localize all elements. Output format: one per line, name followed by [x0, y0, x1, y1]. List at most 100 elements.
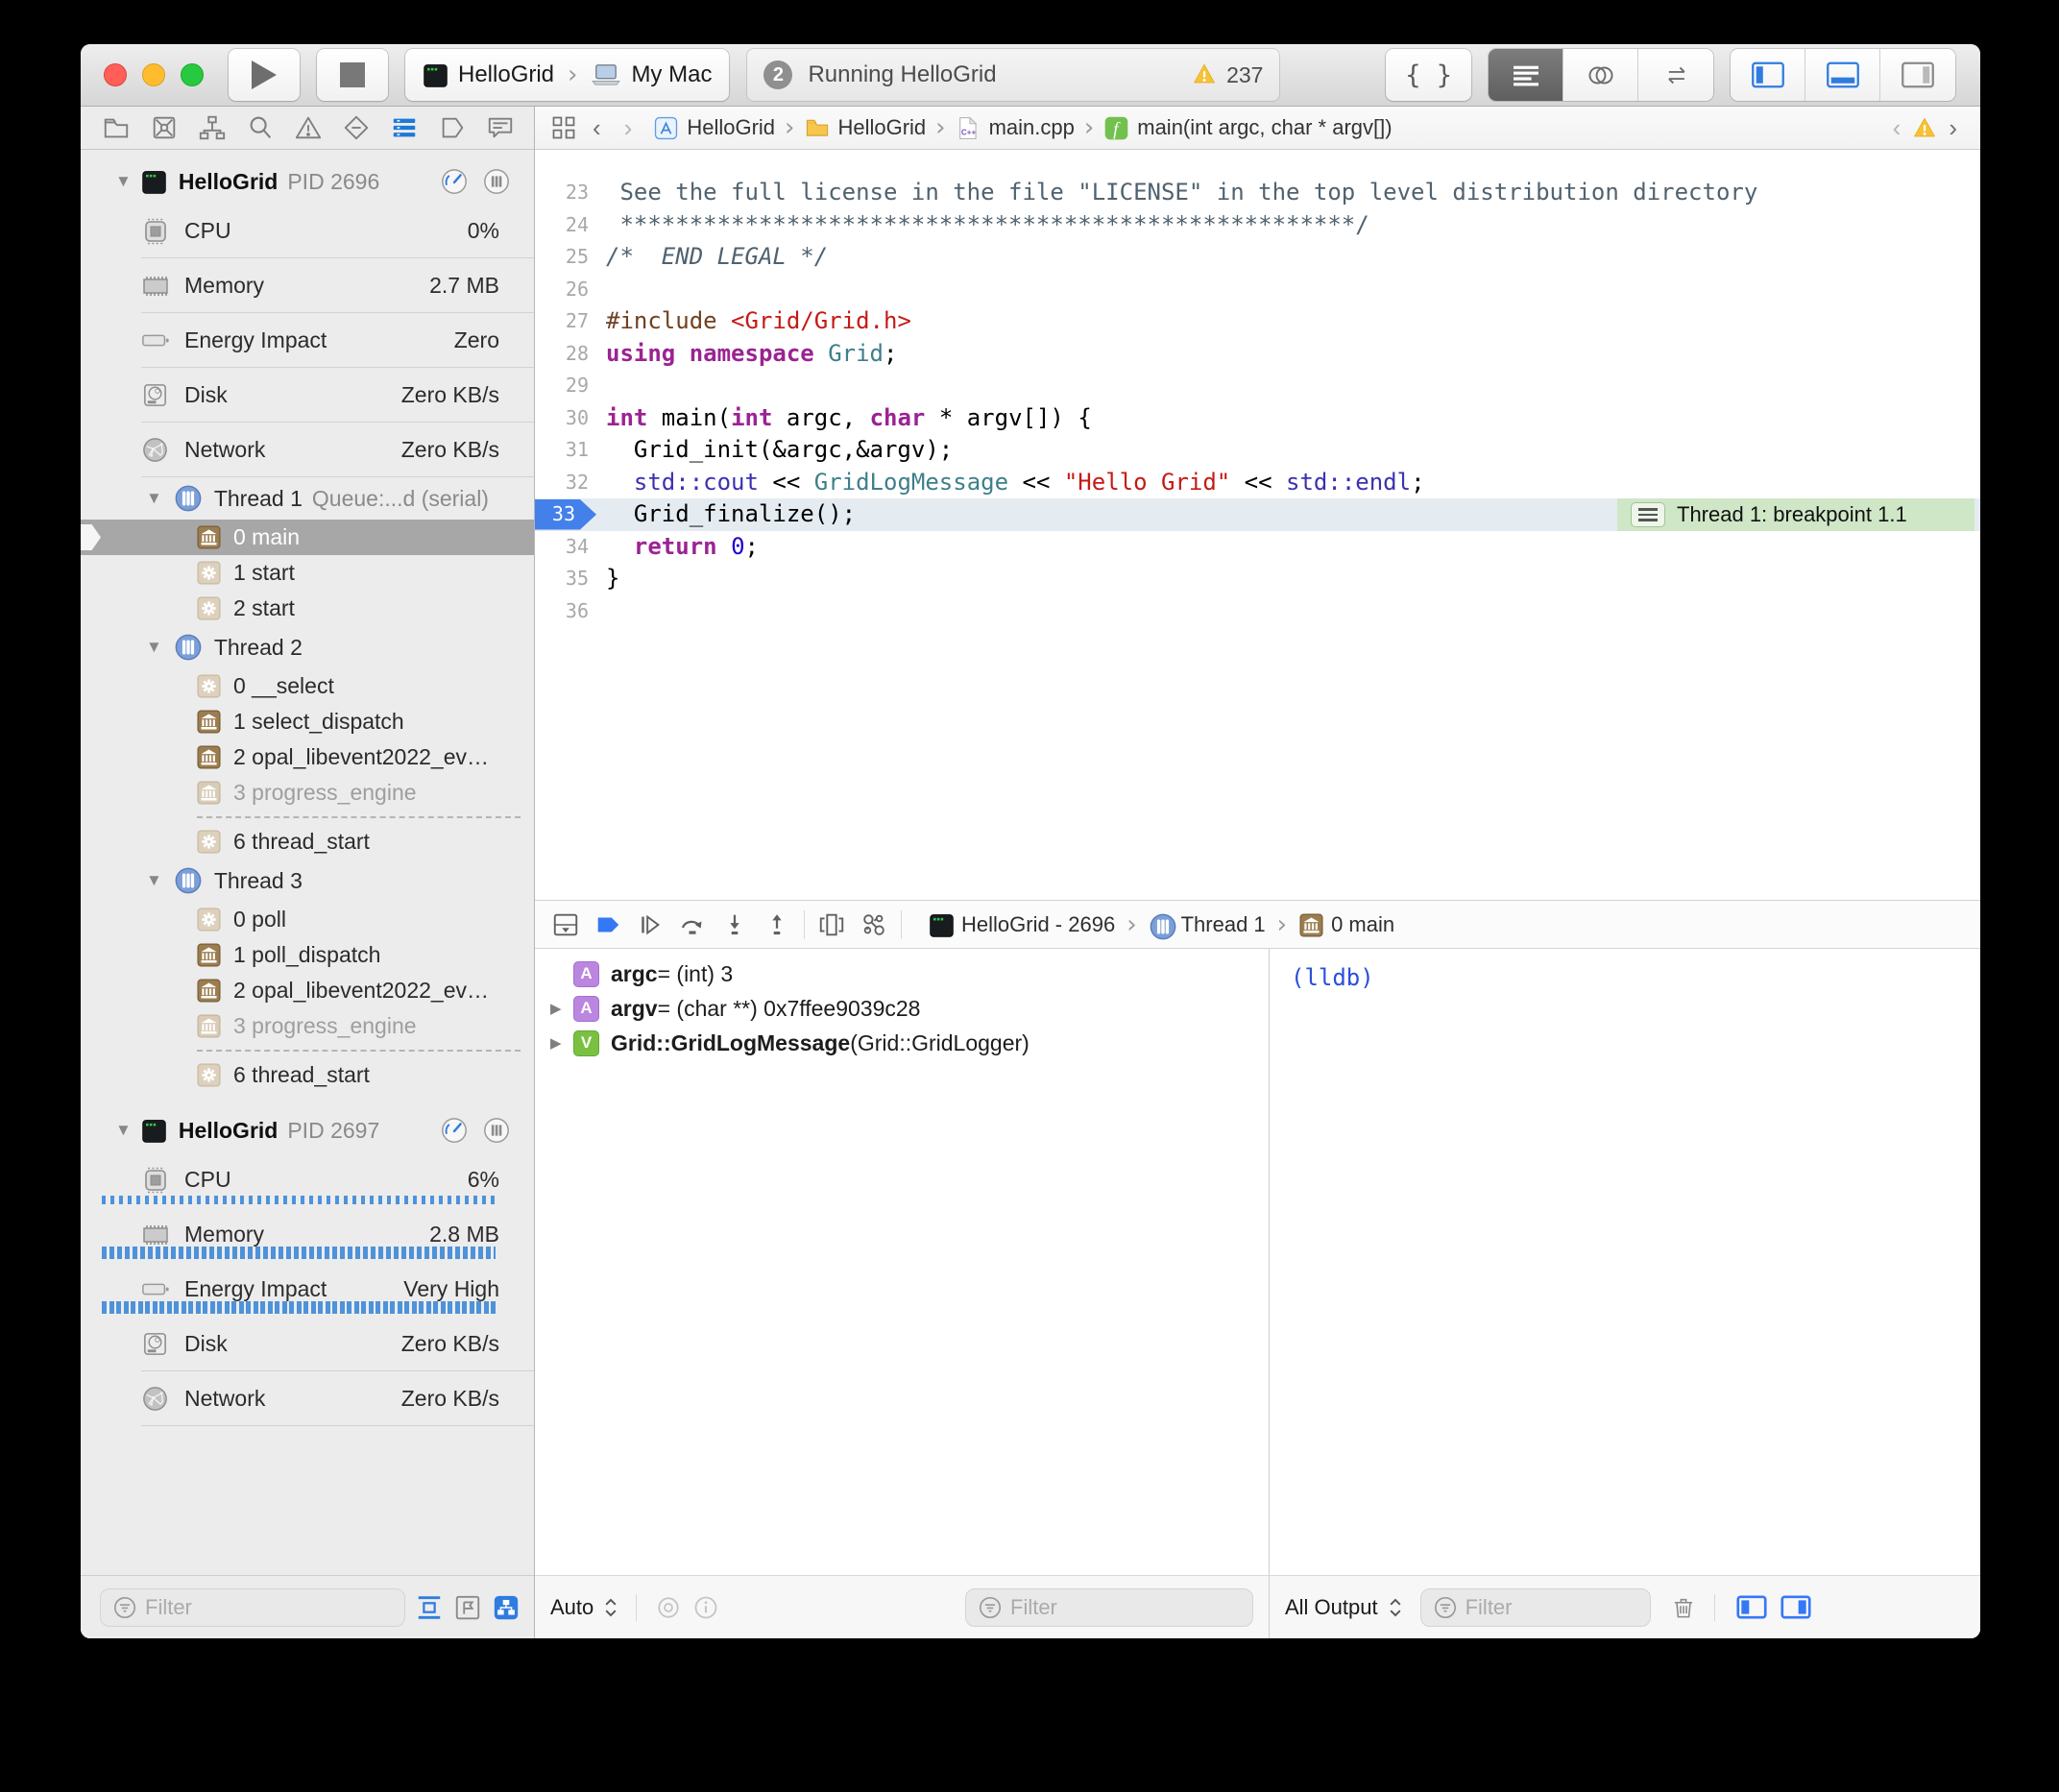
navigator-tab-test-navigator-icon[interactable] — [334, 110, 378, 145]
stack-frame-row[interactable]: 0 __select — [81, 668, 534, 704]
disclosure-triangle-icon[interactable]: ▶ — [550, 1034, 573, 1052]
toggle-debug-area-button[interactable] — [1805, 49, 1880, 101]
stack-frame-row[interactable]: 0 poll — [81, 902, 534, 937]
line-number[interactable]: 30 — [535, 402, 606, 435]
line-number[interactable]: 31 — [535, 434, 606, 467]
debug-control-memory-graph-icon[interactable] — [853, 907, 895, 943]
thread-row[interactable]: ▼Thread 1Queue:...d (serial) — [81, 477, 534, 520]
close-window-button[interactable] — [104, 63, 127, 86]
debug-control-step-into-icon[interactable] — [714, 907, 756, 943]
stack-frame-row[interactable]: 6 thread_start — [81, 1057, 534, 1093]
debug-control-continue-icon[interactable] — [629, 907, 671, 943]
line-number[interactable]: 25 — [535, 241, 606, 274]
columns-icon[interactable] — [482, 167, 511, 196]
variables-filter-input[interactable] — [1010, 1595, 1241, 1620]
assistant-editor-button[interactable] — [1563, 49, 1638, 101]
stack-frame-row[interactable]: 2 opal_libevent2022_ev… — [81, 739, 534, 775]
stack-frame-row[interactable]: 1 start — [81, 555, 534, 591]
stack-frame-row[interactable]: 2 opal_libevent2022_ev… — [81, 973, 534, 1008]
variables-filter-field[interactable] — [965, 1588, 1253, 1627]
navigator-tab-issue-navigator-icon[interactable] — [286, 110, 330, 145]
back-chevron-icon[interactable]: ‹ — [585, 113, 609, 143]
variable-row[interactable]: Aargc = (int) 3 — [535, 957, 1269, 991]
source-editor[interactable]: 23 See the full license in the file "LIC… — [535, 150, 1980, 900]
view-mode-icon[interactable] — [492, 1593, 521, 1622]
forward-chevron-icon[interactable]: › — [617, 113, 641, 143]
debug-breadcrumb-item[interactable]: HelloGrid - 2696 — [929, 912, 1115, 937]
line-number[interactable]: 32 — [535, 467, 606, 499]
breadcrumb-item[interactable]: HelloGrid — [653, 115, 775, 141]
breakpoint-marker[interactable]: 33 — [535, 499, 596, 530]
run-button[interactable] — [229, 49, 300, 101]
process-row[interactable]: ▼HelloGridPID 2697 — [81, 1108, 534, 1152]
stat-row-cpu[interactable]: CPU6% — [81, 1152, 534, 1207]
navigator-tab-breakpoint-navigator-icon[interactable] — [430, 110, 474, 145]
console-output[interactable]: (lldb) — [1270, 949, 1980, 1575]
toggle-navigator-button[interactable] — [1731, 49, 1805, 101]
scheme-selector[interactable]: HelloGrid › My Mac — [405, 49, 729, 101]
breadcrumb-item[interactable]: HelloGrid — [804, 115, 926, 141]
related-items-icon[interactable] — [550, 114, 577, 141]
stat-row-network[interactable]: NetworkZero KB/s — [81, 423, 534, 477]
gauge-icon[interactable] — [440, 167, 469, 196]
navigator-filter-input[interactable] — [145, 1595, 393, 1620]
breadcrumb-item[interactable]: fmain(int argc, char * argv[]) — [1103, 115, 1392, 141]
line-number[interactable]: 36 — [535, 595, 606, 628]
stack-frame-row[interactable]: 2 start — [81, 591, 534, 626]
variables-scope-label[interactable]: Auto — [550, 1595, 593, 1620]
clear-console-trash-icon[interactable] — [1670, 1594, 1697, 1621]
navigator-filter-field[interactable] — [100, 1588, 405, 1627]
disclosure-triangle-icon[interactable]: ▼ — [146, 871, 162, 890]
navigator-tab-source-control-navigator-icon[interactable] — [142, 110, 186, 145]
gauge-icon[interactable] — [440, 1116, 469, 1145]
stack-frame-row[interactable]: 0 main — [81, 520, 534, 555]
stat-row-energy-impact[interactable]: Energy ImpactZero — [81, 313, 534, 368]
stat-row-disk[interactable]: DiskZero KB/s — [81, 368, 534, 423]
disclosure-triangle-icon[interactable]: ▼ — [146, 489, 162, 508]
stat-row-energy-impact[interactable]: Energy ImpactVery High — [81, 1262, 534, 1317]
stop-button[interactable] — [317, 49, 388, 101]
stat-row-network[interactable]: NetworkZero KB/s — [81, 1371, 534, 1426]
columns-icon[interactable] — [482, 1116, 511, 1145]
variables-pane-toggle-icon[interactable] — [1736, 1595, 1767, 1619]
zoom-window-button[interactable] — [181, 63, 204, 86]
toggle-inspector-button[interactable] — [1880, 49, 1955, 101]
info-icon[interactable] — [692, 1594, 719, 1621]
line-number[interactable]: 35 — [535, 563, 606, 595]
paused-only-filter-icon[interactable] — [415, 1593, 444, 1622]
stack-frame-row[interactable]: 3 progress_engine — [81, 1008, 534, 1044]
version-editor-button[interactable] — [1638, 49, 1713, 101]
disclosure-triangle-icon[interactable]: ▼ — [115, 1121, 132, 1140]
stack-frame-row[interactable]: 3 progress_engine — [81, 775, 534, 811]
disclosure-triangle-icon[interactable]: ▼ — [115, 172, 132, 191]
console-pane-toggle-icon[interactable] — [1780, 1595, 1811, 1619]
line-number[interactable]: 34 — [535, 531, 606, 564]
stack-frame-row[interactable]: 1 poll_dispatch — [81, 937, 534, 973]
line-number[interactable]: 26 — [535, 274, 606, 306]
stat-row-disk[interactable]: DiskZero KB/s — [81, 1317, 534, 1371]
debug-breadcrumb-item[interactable]: 0 main — [1298, 912, 1394, 937]
code-review-button[interactable]: { } — [1386, 49, 1471, 101]
stack-frame-row[interactable]: 1 select_dispatch — [81, 704, 534, 739]
console-scope-label[interactable]: All Output — [1285, 1595, 1378, 1620]
navigator-tab-report-navigator-icon[interactable] — [478, 110, 522, 145]
disclosure-triangle-icon[interactable]: ▶ — [550, 1000, 573, 1017]
stat-row-memory[interactable]: Memory2.7 MB — [81, 258, 534, 313]
process-row[interactable]: ▼HelloGridPID 2696 — [81, 159, 534, 204]
minimize-window-button[interactable] — [142, 63, 165, 86]
prev-issue-chevron-icon[interactable]: ‹ — [1885, 113, 1909, 143]
flagged-filter-icon[interactable] — [453, 1593, 482, 1622]
variable-row[interactable]: ▶Aargv = (char **) 0x7ffee9039c28 — [535, 991, 1269, 1026]
navigator-tab-debug-navigator-icon[interactable] — [382, 110, 426, 145]
debug-breadcrumb-item[interactable]: Thread 1 — [1149, 912, 1266, 937]
breakpoint-annotation[interactable]: Thread 1: breakpoint 1.1 — [1617, 498, 1974, 531]
line-number[interactable]: 27 — [535, 305, 606, 338]
line-number[interactable]: 24 — [535, 209, 606, 242]
navigator-tab-symbol-navigator-icon[interactable] — [190, 110, 234, 145]
debug-control-step-out-icon[interactable] — [756, 907, 798, 943]
variable-row[interactable]: ▶VGrid::GridLogMessage (Grid::GridLogger… — [535, 1026, 1269, 1060]
stack-frame-row[interactable]: 6 thread_start — [81, 824, 534, 860]
debug-control-view-hierarchy-icon[interactable] — [811, 907, 853, 943]
navigator-tab-project-navigator-icon[interactable] — [94, 110, 138, 145]
next-issue-chevron-icon[interactable]: › — [1941, 113, 1965, 143]
